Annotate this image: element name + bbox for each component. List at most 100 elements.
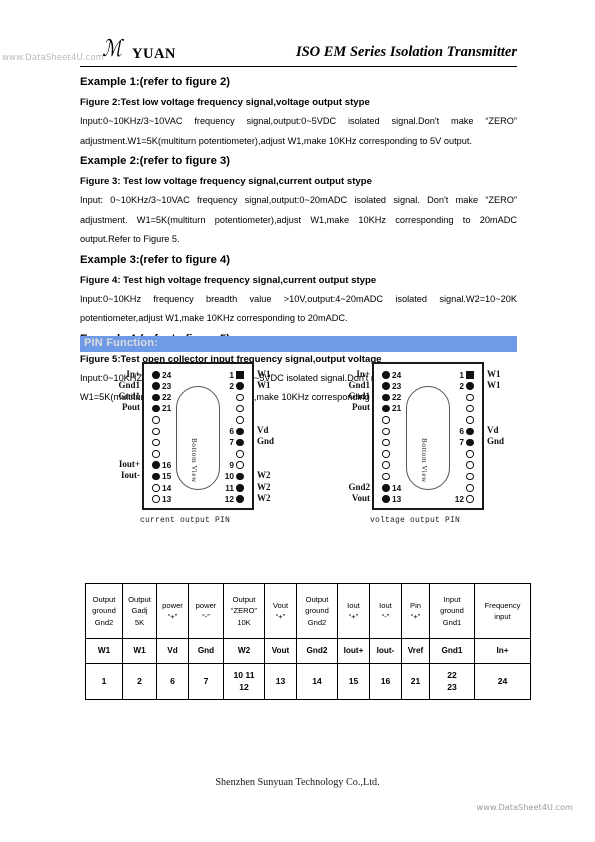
pin-number: 14 — [162, 482, 172, 493]
table-cell: Vd — [156, 638, 189, 664]
pin-marker-open — [466, 450, 474, 458]
pin-marker-filled — [236, 484, 244, 492]
table-cell: W1 — [122, 638, 157, 664]
pin-label: Iout+ — [118, 458, 140, 469]
pin-label: W1 — [487, 379, 501, 390]
pin-number: 21 — [392, 403, 402, 414]
example-2-body: Input: 0~10KHz/3~10VAC frequency signal,… — [80, 195, 517, 244]
example-3-body: Input:0~10KHz frequency breadth value >1… — [80, 293, 517, 324]
table-header-cell: Frequency input — [474, 583, 531, 639]
figure-2-title: Figure 2:Test low voltage frequency sign… — [80, 97, 370, 108]
pin-marker-open — [236, 450, 244, 458]
table-cell: 14 — [296, 663, 338, 700]
pin-marker-filled — [466, 438, 474, 447]
pin-marker-open — [152, 495, 160, 503]
pin-marker-open — [152, 450, 160, 458]
table-header-cell: Iout “-” — [369, 583, 402, 639]
table-cell: 21 — [401, 663, 430, 700]
pin-label: W1 — [257, 368, 271, 379]
pin-number: 11 — [225, 482, 234, 493]
example-2-title: Example 2:(refer to figure 3) — [80, 155, 231, 167]
pin-marker-filled — [236, 472, 244, 481]
table-header-cell: Output ground Gnd2 — [85, 583, 123, 639]
pin-number: 12 — [454, 493, 464, 504]
table-row: Output ground Gnd2 Output Gadj 5K power “+” powe… — [85, 583, 531, 639]
table-header-cell: Output “ZERO” 10K — [223, 583, 265, 639]
diagram-caption: voltage output PIN — [370, 516, 461, 525]
pin-function-bar: PIN Function: — [80, 336, 517, 352]
pin-label: Gnd1 — [348, 391, 370, 402]
pin-number: 14 — [392, 482, 402, 493]
pin-number: 1 — [229, 369, 234, 380]
datasheet-page: ℳ YUAN ISO EM Series Isolation Transmitt… — [0, 0, 595, 842]
pin-marker-open — [382, 450, 390, 458]
table-cell: 22 23 — [429, 663, 475, 700]
pin-number: 6 — [229, 426, 234, 436]
company-footer: Shenzhen Sunyuan Technology Co.,Ltd. — [215, 777, 380, 788]
table-cell: W2 — [223, 638, 265, 664]
pin-marker-open — [152, 484, 160, 492]
table-cell: In+ — [474, 638, 531, 664]
pin-marker-open — [382, 461, 390, 469]
pin-marker-open — [466, 416, 474, 424]
pin-marker-filled — [466, 427, 474, 435]
pin-label: W1 — [487, 368, 501, 379]
pin-label: Vd — [487, 425, 499, 435]
table-header-cell: Pin “+” — [401, 583, 430, 639]
pin-function-table: Output ground Gnd2 Output Gadj 5K power “+” powe… — [85, 583, 531, 700]
example-3-title: Example 3:(refer to figure 4) — [80, 253, 231, 266]
pin-label: Gnd1 — [348, 379, 370, 390]
table-header-cell: power “+” — [156, 583, 189, 639]
table-cell: Gnd1 — [429, 638, 475, 664]
document-title: ISO EM Series Isolation Transmitter — [295, 44, 517, 60]
table-header-cell: Output ground Gnd2 — [296, 583, 338, 639]
bottom-view-oval — [406, 386, 450, 490]
pin-number: 7 — [459, 437, 464, 448]
pin-label: In+ — [356, 368, 370, 379]
pin-marker-filled — [152, 393, 160, 402]
pin-marker-open — [466, 495, 474, 503]
pin-marker-open — [382, 472, 390, 481]
pin-label: Gnd — [257, 436, 275, 447]
table-cell: 2 — [122, 663, 157, 700]
pin-number: 7 — [229, 437, 234, 448]
table-cell: Gnd — [188, 638, 224, 664]
pin-number: 9 — [229, 459, 234, 470]
pin-number: 22 — [162, 392, 172, 403]
pin-label: Gnd2 — [348, 481, 370, 492]
example-1-title: Example 1:(refer to figure 2) — [80, 76, 231, 88]
pin-number: 23 — [392, 380, 402, 391]
pin-marker-open — [382, 438, 390, 447]
pin-marker-filled — [382, 484, 390, 492]
bottom-view-oval — [176, 386, 220, 490]
table-header-cell: Output Gadj 5K — [122, 583, 157, 639]
table-cell: Gnd2 — [296, 638, 338, 664]
table-cell: 6 — [156, 663, 189, 700]
pin-number: 21 — [162, 403, 172, 414]
pin-number: 10 — [224, 471, 234, 482]
page-header: ℳ YUAN ISO EM Series Isolation Transmitt… — [80, 36, 517, 68]
table-cell: 13 — [264, 663, 297, 700]
table-cell: 7 — [188, 663, 224, 700]
pin-marker-open — [236, 404, 244, 413]
pin-label: Vout — [351, 492, 370, 503]
pin-number: 13 — [162, 493, 172, 504]
watermark-top: www.DataSheet4U.com — [2, 53, 105, 63]
pin-label: Gnd1 — [118, 391, 140, 402]
pin-marker-filled — [152, 404, 160, 413]
pin-marker-filled — [152, 461, 160, 469]
pin-label: Iout- — [120, 470, 140, 481]
table-header-cell: Vout “+” — [264, 583, 297, 639]
brand-name: YUAN — [132, 46, 176, 62]
pin-marker-filled — [382, 404, 390, 413]
pin-marker-filled — [236, 438, 244, 447]
pin-marker-open — [236, 461, 244, 469]
diagram-caption: current output PIN — [140, 516, 231, 525]
pin-label: W2 — [257, 481, 271, 492]
pin-number: 24 — [392, 369, 402, 380]
pin-number: 12 — [224, 493, 234, 504]
pin-marker-square — [236, 371, 244, 379]
pin-number: 13 — [392, 493, 402, 504]
table-header-cell: Input ground Gnd1 — [429, 583, 475, 639]
pin-number: 16 — [162, 459, 172, 470]
